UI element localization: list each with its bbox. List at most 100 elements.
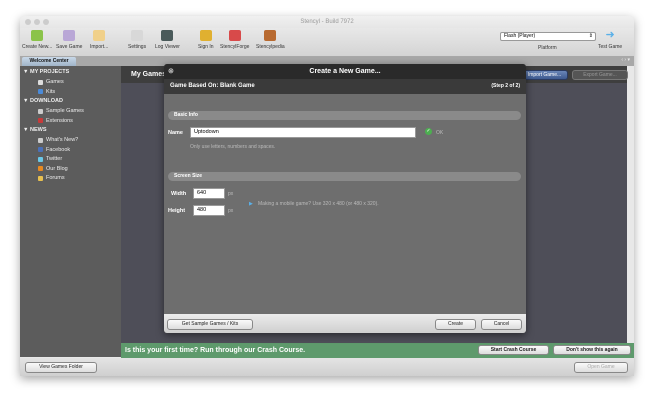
tab-nav-arrows-icon[interactable]: ‹ › ▾ [621,57,630,63]
create-game-dialog: ⊗ Create a New Game... Game Based On: Bl… [164,64,526,333]
height-input[interactable]: 480 [193,205,225,216]
get-sample-games-button[interactable]: Get Sample Games / Kits [167,319,253,330]
name-hint: Only use letters, numbers and spaces. [190,144,276,150]
toolbar-button-label: Sign In [198,44,214,50]
zoom-window-button[interactable] [43,19,49,25]
create-button[interactable]: Create [435,319,476,330]
key-icon [199,30,212,41]
toolbar-button-book[interactable]: Stencylpedia [256,30,285,50]
sidebar-item-label: Games [46,79,64,85]
platform-label: Platform [538,45,557,51]
width-label: Width [171,191,187,197]
dialog-subtitle: Game Based On: Blank Game [170,83,255,89]
toolbar-button-label: StencylForge [220,44,250,50]
screen-size-section: Screen Size [168,172,521,181]
export-game-button[interactable]: Export Game... [572,70,628,80]
basic-info-section: Basic Info [168,111,521,120]
sidebar-item-label: Twitter [46,156,63,162]
toolbar-button-log-viewer[interactable]: Log Viewer [155,30,180,50]
width-input[interactable]: 640 [193,188,225,199]
sidebar-item[interactable]: Sample Games [38,108,84,114]
toolbar-button-label: Import... [90,44,109,50]
height-label: Height [168,208,186,214]
sidebar-item-icon [38,79,43,85]
toolbar-button-settings[interactable]: Settings [128,30,146,50]
sidebar-item[interactable]: Extensions [38,118,73,124]
section-label: MY PROJECTS [29,69,70,75]
toolbar-button-label: Save Game [56,44,83,50]
import-game-button[interactable]: Import Game... [521,70,568,80]
crash-course-banner: Is this your first time? Run through our… [121,343,634,358]
cancel-button[interactable]: Cancel [481,319,522,330]
sidebar-item[interactable]: Facebook [38,147,70,153]
sidebar-section-header[interactable]: ▼ DOWNLOAD [23,98,63,104]
triangle-down-icon: ▼ [23,69,29,75]
close-window-button[interactable] [25,19,31,25]
sidebar-section-header[interactable]: ▼ MY PROJECTS [23,69,69,75]
sidebar-item-label: Kits [46,88,56,95]
toolbar-button-label: Settings [128,44,147,50]
sidebar-item[interactable]: Kits [38,89,55,95]
test-game-label: Test Game [598,44,623,50]
section-label: NEWS [29,127,47,133]
close-dialog-icon[interactable]: ⊗ [168,64,174,79]
sidebar-item[interactable]: Games [38,79,64,85]
sidebar-item[interactable]: Our Blog [38,166,68,172]
toolbar-button-create-new[interactable]: Create New... [22,30,52,50]
view-games-folder-button[interactable]: View Games Folder [25,362,97,373]
sidebar-item-icon [38,118,43,123]
width-unit: px [228,191,234,197]
start-crash-course-button[interactable]: Start Crash Course [478,345,549,355]
info-arrow-icon: ▶ [249,201,253,207]
sidebar-item-label: What's New? [46,137,79,143]
toolbar: Create New... Save Game Import... Settings L… [20,28,634,56]
settings-icon [131,30,144,41]
check-icon: ✓ [425,128,432,135]
platform-select[interactable]: Flash (Player) ⇕ [500,32,596,41]
sidebar-item-label: Forums [46,175,65,181]
mobile-hint: Making a mobile game? Use 320 x 480 (or … [258,201,379,207]
import-icon [93,30,106,41]
banner-text: Is this your first time? Run through our… [125,347,306,354]
window-title: Stencyl - Build 7972 [300,19,354,25]
sidebar-item-label: Facebook [46,146,71,153]
toolbar-button-label: Stencylpedia [256,44,285,50]
dialog-subheader: Game Based On: Blank Game (Step 2 of 2) [164,79,526,94]
sidebar-item[interactable]: What's New? [38,137,78,143]
name-ok-text: OK [436,130,444,136]
title-bar: Stencyl - Build 7972 [20,16,634,28]
toolbar-button-save[interactable]: Save Game [56,30,82,50]
dialog-title: Create a New Game... [309,68,381,75]
arrow-right-icon: ➜ [605,29,615,41]
toolbar-button-import[interactable]: Import... [90,30,108,50]
toolbar-button-label: Log Viewer [155,44,180,50]
open-game-button[interactable]: Open Game [574,362,628,373]
sidebar-item-icon [38,166,43,171]
sidebar-item-label: Extensions [46,117,73,124]
my-games-title: My Games [131,71,167,78]
sidebar-item-icon [38,137,43,143]
create-new-icon [31,30,44,41]
dont-show-again-button[interactable]: Don't show this again [553,345,631,355]
sidebar-item[interactable]: Forums [38,175,65,181]
dialog-title-bar: ⊗ Create a New Game... [164,64,526,79]
step-indicator: (Step 2 of 2) [491,83,520,89]
section-label: DOWNLOAD [29,98,63,104]
sidebar-item-icon [38,108,43,114]
dialog-footer: Get Sample Games / Kits Create Cancel [164,314,526,333]
sidebar-section-header[interactable]: ▼ NEWS [23,127,46,133]
sidebar-item-icon [38,175,43,181]
sidebar-item[interactable]: Twitter [38,156,62,162]
name-label: Name [168,130,183,136]
tab-welcome-center[interactable]: Welcome Center [22,57,76,66]
test-game-button[interactable]: ➜ Test Game [598,29,623,51]
minimize-window-button[interactable] [34,19,40,25]
sidebar-item-icon [38,156,43,162]
toolbar-button-key[interactable]: Sign In [198,30,214,50]
height-unit: px [228,208,234,214]
log-viewer-icon [161,30,174,41]
name-input[interactable]: Uptodown [190,127,416,138]
toolbar-button-label: Create New... [22,44,53,50]
toolbar-button-store[interactable]: StencylForge [220,30,249,50]
select-arrows-icon: ⇕ [588,33,593,39]
